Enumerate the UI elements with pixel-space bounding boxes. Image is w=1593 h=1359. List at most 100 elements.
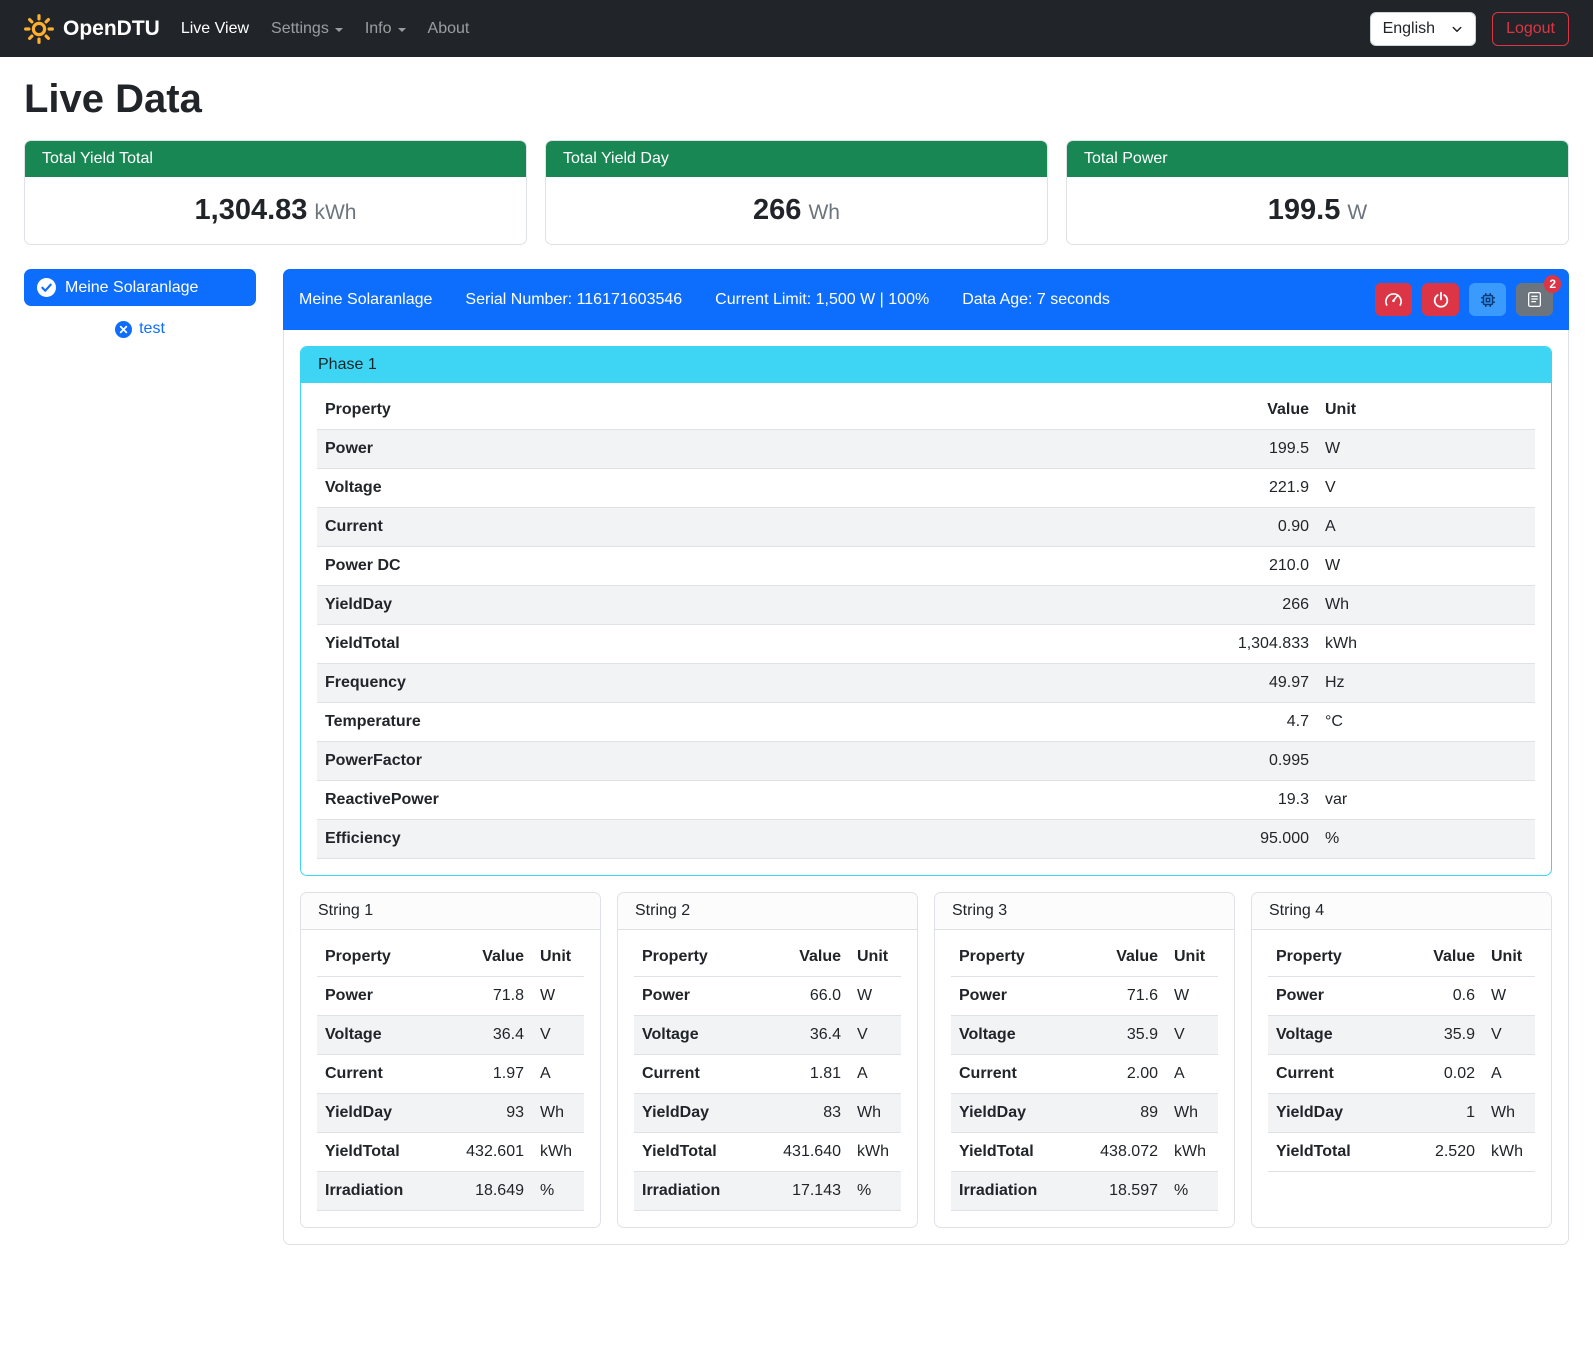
- table-row: Power 66.0 W: [634, 977, 901, 1016]
- unit-cell: V: [1483, 1016, 1535, 1055]
- value-cell: 431.640: [769, 1133, 849, 1172]
- string-table-body: Property Value Unit Power: [935, 930, 1234, 1227]
- property-cell: Current: [634, 1055, 769, 1094]
- column-header-unit: Unit: [532, 938, 584, 977]
- table-row: Voltage 36.4 V: [634, 1016, 901, 1055]
- column-header-value: Value: [1403, 938, 1483, 977]
- unit-cell: kWh: [1166, 1133, 1218, 1172]
- main-row: Meine Solaranlage test Meine Solaranlage…: [24, 269, 1569, 1245]
- table-row: Current 2.00 A: [951, 1055, 1218, 1094]
- summary-value: 1,304.83: [195, 194, 308, 226]
- table-row: Irradiation 18.597 %: [951, 1172, 1218, 1211]
- cpu-icon: [1479, 291, 1497, 309]
- column-header-value: Value: [769, 938, 849, 977]
- table-header-row: Property Value Unit: [634, 938, 901, 977]
- value-cell: 93: [452, 1094, 532, 1133]
- event-count-badge: 2: [1544, 275, 1561, 293]
- property-cell: YieldTotal: [634, 1133, 769, 1172]
- inverter-select-button[interactable]: Meine Solaranlage: [24, 269, 256, 306]
- value-cell: 1: [1403, 1094, 1483, 1133]
- unit-cell: kWh: [1317, 625, 1535, 664]
- nav-item-info[interactable]: Info: [354, 12, 417, 46]
- property-cell: Temperature: [317, 703, 1187, 742]
- value-cell: 66.0: [769, 977, 849, 1016]
- column-header-value: Value: [452, 938, 532, 977]
- value-cell: 266: [1187, 586, 1317, 625]
- unit-cell: kWh: [849, 1133, 901, 1172]
- power-control-button[interactable]: [1422, 283, 1459, 316]
- nav-item-about[interactable]: About: [417, 12, 481, 46]
- property-cell: Voltage: [951, 1016, 1086, 1055]
- unit-cell: W: [532, 977, 584, 1016]
- summary-card-total-power: Total Power 199.5W: [1066, 140, 1569, 245]
- unit-cell: kWh: [532, 1133, 584, 1172]
- summary-card-body: 199.5W: [1067, 177, 1568, 244]
- property-cell: YieldDay: [951, 1094, 1086, 1133]
- property-cell: Voltage: [317, 1016, 452, 1055]
- device-info-button[interactable]: [1469, 283, 1506, 316]
- nav-item-label: Info: [365, 20, 392, 38]
- column-header-property: Property: [951, 938, 1086, 977]
- unit-cell: %: [849, 1172, 901, 1211]
- value-cell: 19.3: [1187, 781, 1317, 820]
- column-header-property: Property: [317, 391, 1187, 430]
- language-select-value: English: [1383, 20, 1435, 38]
- property-cell: Irradiation: [634, 1172, 769, 1211]
- logout-button[interactable]: Logout: [1492, 12, 1569, 46]
- property-cell: YieldDay: [317, 1094, 452, 1133]
- string-title: String 1: [301, 893, 600, 930]
- property-cell: Frequency: [317, 664, 1187, 703]
- value-cell: 71.8: [452, 977, 532, 1016]
- summary-cards-row: Total Yield Total 1,304.83kWh Total Yiel…: [24, 140, 1569, 245]
- event-log-button[interactable]: 2: [1516, 283, 1553, 316]
- nav-item-live-view[interactable]: Live View: [170, 12, 260, 46]
- limit-settings-button[interactable]: [1375, 283, 1412, 316]
- summary-card-total-yield-day: Total Yield Day 266Wh: [545, 140, 1048, 245]
- unit-cell: V: [532, 1016, 584, 1055]
- inverter-panel-header: Meine Solaranlage Serial Number: 1161716…: [283, 269, 1569, 330]
- table-row: Voltage 35.9 V: [951, 1016, 1218, 1055]
- check-circle-icon: [37, 278, 56, 297]
- chevron-down-icon: [1451, 23, 1463, 35]
- inverter-panel-body: Phase 1 Property Value Unit: [284, 330, 1568, 1244]
- language-select[interactable]: English: [1370, 12, 1476, 46]
- inverter-actions: 2: [1375, 283, 1553, 316]
- property-cell: YieldTotal: [317, 625, 1187, 664]
- value-cell: 4.7: [1187, 703, 1317, 742]
- table-row: Efficiency 95.000 %: [317, 820, 1535, 859]
- value-cell: 2.00: [1086, 1055, 1166, 1094]
- unit-cell: Wh: [1317, 586, 1535, 625]
- property-cell: YieldDay: [317, 586, 1187, 625]
- property-cell: YieldDay: [1268, 1094, 1403, 1133]
- table-row: YieldTotal 431.640 kWh: [634, 1133, 901, 1172]
- inverter-limit: Current Limit: 1,500 W | 100%: [715, 291, 929, 309]
- brand[interactable]: OpenDTU: [24, 14, 160, 44]
- property-cell: Voltage: [634, 1016, 769, 1055]
- unit-cell: [1317, 742, 1535, 781]
- unit-cell: A: [1483, 1055, 1535, 1094]
- table-row: YieldTotal 2.520 kWh: [1268, 1133, 1535, 1172]
- inverter-panel: Meine Solaranlage Serial Number: 1161716…: [283, 269, 1569, 1245]
- value-cell: 438.072: [1086, 1133, 1166, 1172]
- table-header-row: Property Value Unit: [1268, 938, 1535, 977]
- table-row: YieldTotal 432.601 kWh: [317, 1133, 584, 1172]
- value-cell: 432.601: [452, 1133, 532, 1172]
- unit-cell: %: [1166, 1172, 1218, 1211]
- sun-icon: [24, 14, 54, 44]
- value-cell: 1.97: [452, 1055, 532, 1094]
- property-cell: Power: [317, 430, 1187, 469]
- string-title: String 3: [935, 893, 1234, 930]
- unit-cell: A: [1166, 1055, 1218, 1094]
- unit-cell: W: [1483, 977, 1535, 1016]
- table-row: ReactivePower 19.3 var: [317, 781, 1535, 820]
- nav-item-settings[interactable]: Settings: [260, 12, 354, 46]
- nav-item-label: Settings: [271, 20, 329, 38]
- table-row: Current 1.97 A: [317, 1055, 584, 1094]
- table-row: PowerFactor 0.995: [317, 742, 1535, 781]
- summary-unit: kWh: [314, 201, 356, 224]
- value-cell: 18.597: [1086, 1172, 1166, 1211]
- unit-cell: Hz: [1317, 664, 1535, 703]
- unit-cell: var: [1317, 781, 1535, 820]
- value-cell: 0.02: [1403, 1055, 1483, 1094]
- inverter-item-test[interactable]: test: [24, 320, 256, 338]
